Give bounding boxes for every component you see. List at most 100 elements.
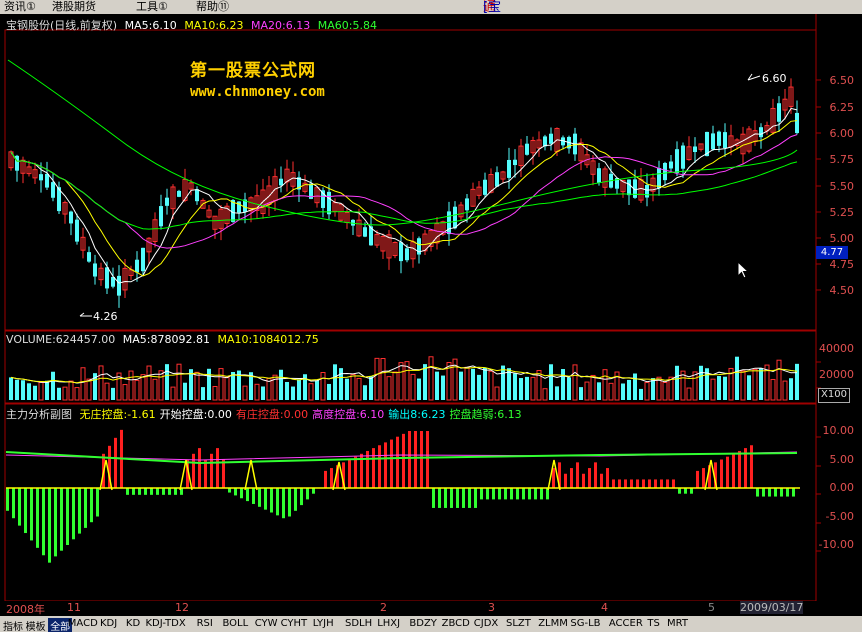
- volume-bar-up: [104, 382, 110, 401]
- volume-bar-up: [350, 374, 356, 401]
- volume-bar-up: [170, 386, 176, 401]
- tab-lyjh[interactable]: LYJH: [313, 618, 334, 629]
- candle-down: [597, 168, 601, 183]
- tab-boll[interactable]: BOLL: [223, 618, 249, 629]
- tab-指标[interactable]: 指标: [3, 618, 23, 632]
- indicator-bars: [6, 429, 795, 563]
- tab-bdzy[interactable]: BDZY: [409, 618, 437, 629]
- tab-rsi[interactable]: RSI: [197, 618, 213, 629]
- volume-bar-up: [176, 363, 182, 401]
- indicator-bar-positive: [606, 468, 609, 488]
- volume-bar-down: [501, 365, 505, 400]
- indicator-tick: 5.00: [829, 453, 855, 466]
- indicator-bar-negative: [534, 488, 537, 500]
- tab-zlmm[interactable]: ZLMM: [538, 618, 568, 629]
- indicator-bar-negative: [690, 488, 693, 494]
- tab-ts[interactable]: TS: [647, 618, 659, 629]
- indicator-bar-negative: [294, 488, 297, 511]
- volume-bar-down: [261, 386, 265, 400]
- ma10-value: MA10:6.23: [184, 19, 244, 32]
- volume-bar-down: [513, 373, 517, 400]
- indicator-bar-negative: [42, 488, 45, 556]
- candle-down: [759, 127, 763, 138]
- volume-bar-up: [776, 359, 782, 401]
- tab-cyw[interactable]: CYW: [255, 618, 278, 629]
- indicator-bar-negative: [474, 488, 477, 508]
- volume-bar-down: [9, 377, 13, 400]
- tab-模板[interactable]: 模板: [26, 618, 46, 632]
- candle-down: [525, 143, 529, 155]
- candle-down: [165, 197, 169, 206]
- volume-bar-down: [417, 378, 421, 400]
- indicator-bar-positive: [192, 453, 195, 488]
- candle-down: [327, 191, 331, 215]
- tab-lhxj[interactable]: LHXJ: [377, 618, 400, 629]
- indicator-bar-negative: [96, 488, 99, 517]
- candle-down: [513, 159, 517, 166]
- indicator-tab-bar: 指标 模板 全部 MACD KDJ KD KDJ-TDX RSI BOLL CYW CYHT LYJH…: [0, 616, 862, 632]
- candle-down: [39, 174, 43, 181]
- candle-down: [69, 211, 73, 224]
- volume-bar-up: [218, 368, 224, 401]
- indicator-tick: 0.00: [829, 481, 855, 494]
- indicator-bar-negative: [492, 488, 495, 500]
- volume-bar-down: [27, 383, 31, 400]
- indicator-bar-positive: [414, 431, 417, 488]
- indicator-bar-negative: [84, 488, 87, 528]
- indicator-bar-positive: [390, 439, 393, 488]
- ma20-value: MA20:6.13: [251, 19, 311, 32]
- tab-accer[interactable]: ACCER: [609, 618, 643, 629]
- tab-slzt[interactable]: SLZT: [506, 618, 531, 629]
- tab-cyht[interactable]: CYHT: [281, 618, 308, 629]
- tab-mrt[interactable]: MRT: [667, 618, 688, 629]
- volume-ma5: MA5:878092.81: [122, 333, 210, 346]
- tab-kdj[interactable]: KDJ: [100, 618, 117, 629]
- indicator-bar-positive: [642, 479, 645, 488]
- volume-bar-down: [699, 365, 703, 400]
- tab-sdlh[interactable]: SDLH: [345, 618, 372, 629]
- tab-sg-lb[interactable]: SG-LB: [570, 618, 600, 629]
- volume-bar-up: [644, 382, 650, 401]
- volume-bar-down: [651, 378, 655, 400]
- y-axis: 6.50 6.25 6.00 5.75 5.50 5.25 5.00 4.75 4.50 4000…: [816, 14, 862, 604]
- volume-bar-up: [530, 376, 536, 401]
- low-arrow-icon: [79, 312, 92, 317]
- indicator-bar-positive: [222, 459, 225, 488]
- ma60-line: [10, 151, 798, 230]
- tab-kdj-tdx[interactable]: KDJ-TDX: [146, 618, 186, 629]
- indicator-bar-positive: [636, 479, 639, 488]
- tab-cjdx[interactable]: CJDX: [474, 618, 498, 629]
- volume-bar-down: [369, 376, 373, 400]
- candle-down: [543, 136, 547, 147]
- candle-down: [507, 159, 511, 178]
- volume-bar-up: [662, 381, 668, 401]
- indicator-bar-positive: [588, 468, 591, 488]
- volume-bar-up: [710, 378, 716, 401]
- volume-bar-down: [423, 364, 427, 400]
- indicator-bar-negative: [462, 488, 465, 508]
- volume-value: VOLUME:624457.00: [6, 333, 116, 346]
- volume-bar-down: [579, 387, 583, 400]
- indicator-bar-positive: [324, 470, 327, 488]
- volume-bar-up: [494, 386, 500, 401]
- kline-chart[interactable]: 6.60 4.26: [0, 0, 862, 632]
- tab-macd[interactable]: MACD: [68, 618, 98, 629]
- indicator-bar-positive: [630, 479, 633, 488]
- volume-bar-down: [597, 382, 601, 400]
- volume-bar-down: [507, 368, 511, 400]
- indicator-bar-negative: [72, 488, 75, 540]
- indicator-bar-negative: [126, 488, 129, 495]
- candle-group: [8, 78, 799, 308]
- volume-tick: 40000: [819, 342, 854, 355]
- date-label-dec: 12: [175, 601, 189, 614]
- indicator-bar-negative: [756, 488, 759, 497]
- indicator-bar-negative: [18, 488, 21, 526]
- indicator-bar-negative: [6, 488, 9, 511]
- tab-zbcd[interactable]: ZBCD: [442, 618, 470, 629]
- indicator-bar-negative: [246, 488, 249, 502]
- indicator-bar-negative: [498, 488, 501, 500]
- indicator-title: 主力分析副图: [6, 408, 72, 421]
- tab-kd[interactable]: KD: [126, 618, 140, 629]
- indicator-bar-negative: [510, 488, 513, 500]
- indicator-legend-5: 控盘趋弱:6.13: [449, 408, 522, 421]
